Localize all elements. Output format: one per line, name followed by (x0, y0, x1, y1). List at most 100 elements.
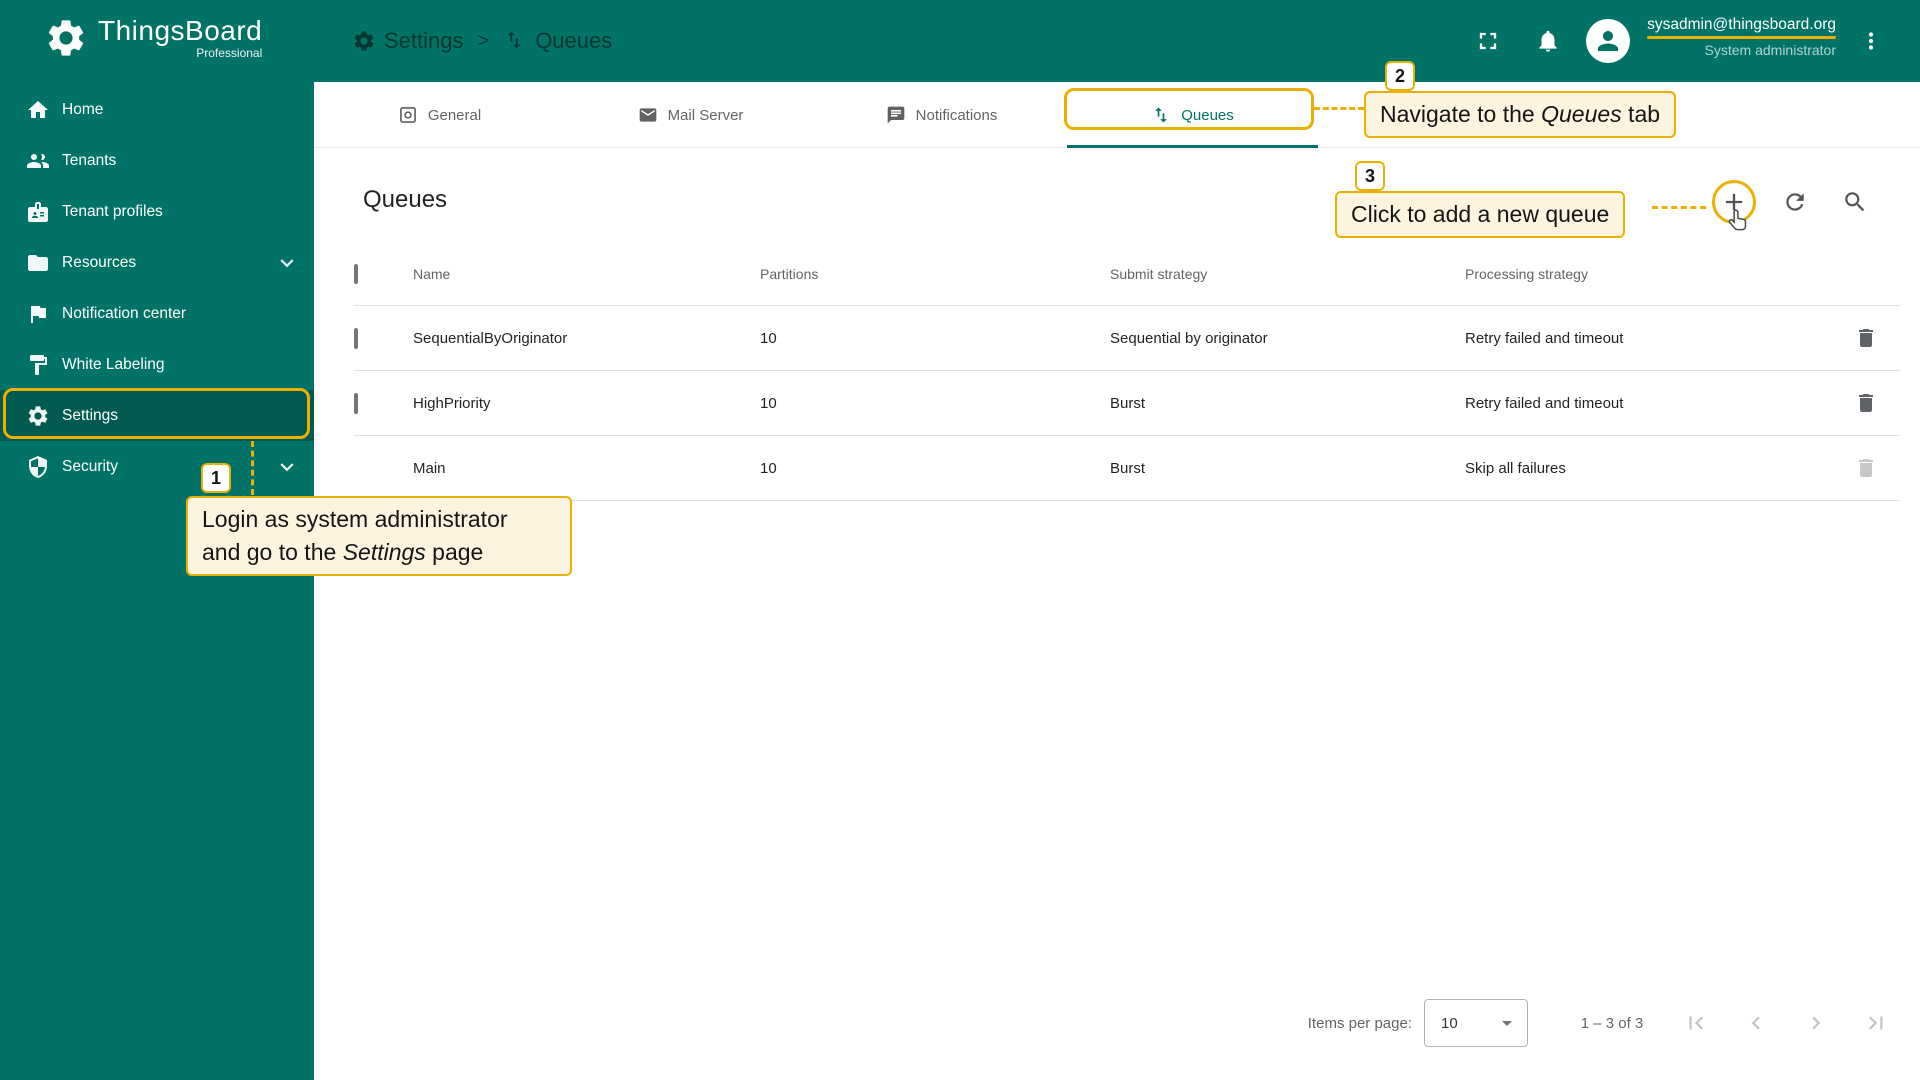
tab-label: Notifications (916, 107, 998, 124)
trash-icon (1854, 391, 1878, 415)
first-page-button (1672, 999, 1720, 1047)
page-title: Queues (363, 186, 447, 214)
user-email: sysadmin@thingsboard.org (1647, 15, 1836, 35)
next-page-button (1792, 999, 1840, 1047)
breadcrumb-section-label: Settings (384, 28, 464, 54)
bell-icon (1535, 28, 1561, 54)
cell-processing-strategy: Skip all failures (1465, 460, 1840, 477)
delete-button[interactable] (1846, 318, 1886, 358)
chat-icon (886, 105, 906, 125)
search-icon (1842, 189, 1868, 215)
person-icon (1593, 26, 1623, 56)
user-email-underline (1647, 36, 1836, 39)
logo: ThingsBoard Professional (44, 16, 262, 60)
logo-subtitle: Professional (196, 46, 262, 60)
last-page-icon (1863, 1010, 1889, 1036)
last-page-button (1852, 999, 1900, 1047)
breadcrumb-page-label: Queues (535, 28, 612, 54)
tab-label: General (428, 107, 481, 124)
table-header-row: Name Partitions Submit strategy Processi… (354, 242, 1900, 306)
user-info: sysadmin@thingsboard.org System administ… (1647, 15, 1836, 59)
sidebar-item-label: Tenant profiles (62, 203, 163, 221)
tab-general[interactable]: General (314, 82, 565, 148)
fullscreen-button[interactable] (1468, 21, 1508, 61)
chevron-right-icon (1803, 1010, 1829, 1036)
cell-processing-strategy: Retry failed and timeout (1465, 330, 1840, 347)
add-queue-button[interactable] (1714, 182, 1754, 222)
row-checkbox[interactable] (354, 393, 358, 414)
table-row[interactable]: Main 10 Burst Skip all failures (354, 436, 1900, 501)
main-content: General Mail Server Notifications Queues (314, 82, 1920, 1080)
cell-partitions: 10 (760, 460, 1110, 477)
tab-label: Mail Server (668, 107, 744, 124)
cell-name: HighPriority (413, 395, 760, 412)
cell-name: SequentialByOriginator (413, 330, 760, 347)
sidebar-item-white-labeling[interactable]: White Labeling (0, 339, 314, 390)
sidebar-item-label: Home (62, 101, 103, 119)
delete-button-disabled (1846, 448, 1886, 488)
sidebar-item-tenant-profiles[interactable]: Tenant profiles (0, 186, 314, 237)
search-button[interactable] (1835, 182, 1875, 222)
sidebar-item-label: White Labeling (62, 356, 165, 374)
chevron-left-icon (1743, 1010, 1769, 1036)
table-row[interactable]: SequentialByOriginator 10 Sequential by … (354, 306, 1900, 371)
user-role: System administrator (1647, 41, 1836, 59)
table-row[interactable]: HighPriority 10 Burst Retry failed and t… (354, 371, 1900, 436)
general-settings-icon (398, 105, 418, 125)
chevron-down-icon[interactable] (274, 250, 300, 276)
sidebar-item-settings[interactable]: Settings (0, 390, 314, 441)
home-icon (26, 98, 50, 122)
user-menu-button[interactable] (1851, 21, 1891, 61)
delete-button[interactable] (1846, 383, 1886, 423)
trash-icon (1854, 456, 1878, 480)
chevron-down-icon[interactable] (274, 454, 300, 480)
refresh-button[interactable] (1775, 182, 1815, 222)
breadcrumb-queues[interactable]: Queues (503, 28, 612, 54)
sidebar-item-home[interactable]: Home (0, 84, 314, 135)
cell-name: Main (413, 460, 760, 477)
queues-table: Name Partitions Submit strategy Processi… (354, 242, 1900, 501)
tab-notifications[interactable]: Notifications (816, 82, 1067, 148)
items-per-page-label: Items per page: (1308, 1015, 1412, 1032)
folder-icon (26, 251, 50, 275)
breadcrumb: Settings > Queues (352, 0, 612, 82)
people-icon (26, 149, 50, 173)
items-per-page-value: 10 (1441, 1015, 1458, 1032)
cell-submit-strategy: Burst (1110, 395, 1465, 412)
notifications-button[interactable] (1528, 21, 1568, 61)
sidebar-item-resources[interactable]: Resources (0, 237, 314, 288)
mail-icon (638, 105, 658, 125)
column-header-processing-strategy: Processing strategy (1465, 266, 1840, 282)
flag-icon (26, 302, 50, 326)
sidebar-item-security[interactable]: Security (0, 441, 314, 492)
sidebar-item-tenants[interactable]: Tenants (0, 135, 314, 186)
items-per-page-select[interactable]: 10 (1424, 999, 1528, 1047)
column-header-submit-strategy: Submit strategy (1110, 266, 1465, 282)
sidebar-item-label: Settings (62, 407, 118, 425)
column-header-partitions: Partitions (760, 266, 1110, 282)
cell-submit-strategy: Sequential by originator (1110, 330, 1465, 347)
sidebar-item-label: Resources (62, 254, 136, 272)
plus-icon (1720, 188, 1748, 216)
breadcrumb-separator: > (474, 30, 494, 53)
select-all-checkbox[interactable] (354, 264, 358, 284)
pagination-range-label: 1 – 3 of 3 (1564, 1015, 1660, 1032)
row-checkbox[interactable] (354, 328, 358, 349)
sidebar-item-label: Security (62, 458, 118, 476)
tab-bar: General Mail Server Notifications Queues (314, 82, 1920, 148)
shield-icon (26, 455, 50, 479)
trash-icon (1854, 326, 1878, 350)
badge-icon (26, 200, 50, 224)
more-vert-icon (1858, 28, 1884, 54)
tab-queues[interactable]: Queues (1067, 82, 1318, 148)
fullscreen-icon (1474, 27, 1502, 55)
tab-mail-server[interactable]: Mail Server (565, 82, 816, 148)
breadcrumb-settings[interactable]: Settings (352, 28, 464, 54)
queues-icon (1151, 105, 1171, 125)
sidebar: ThingsBoard Professional Home Tenants Te… (0, 0, 314, 1080)
thingsboard-logo-icon (44, 16, 88, 60)
avatar[interactable] (1586, 19, 1630, 63)
queues-icon (503, 29, 527, 53)
sidebar-item-notification-center[interactable]: Notification center (0, 288, 314, 339)
column-header-name: Name (413, 266, 760, 282)
